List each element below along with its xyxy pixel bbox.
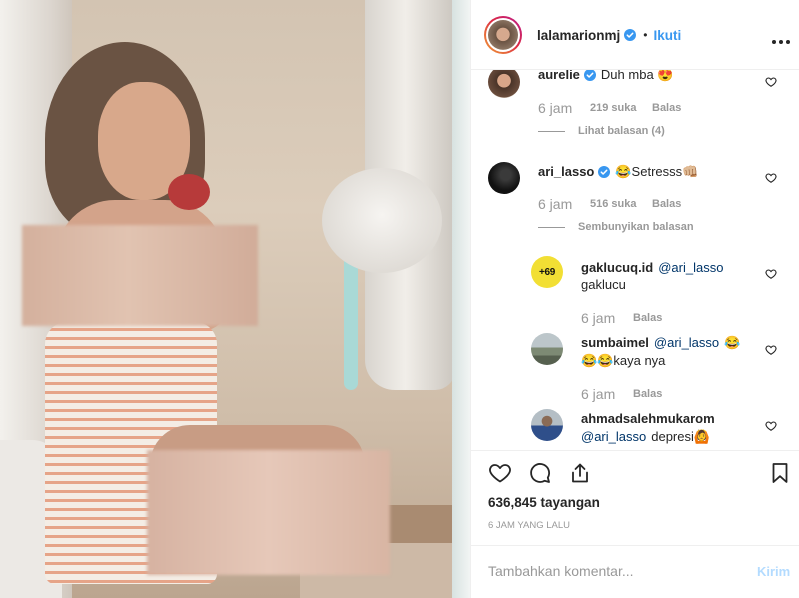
comment-icon[interactable] (528, 461, 552, 485)
view-count[interactable]: 636,845 tayangan (488, 494, 600, 512)
comment-time[interactable]: 6 jam (538, 195, 572, 213)
author-username[interactable]: lalamarionmj (537, 28, 620, 43)
heart-icon[interactable] (488, 461, 512, 485)
reply-text: 😂😂kaya nya (581, 353, 666, 368)
reply-line: 😂😂kaya nya (581, 352, 665, 370)
view-replies-button[interactable]: Lihat balasan (4) (578, 123, 665, 139)
add-comment-input[interactable] (488, 562, 738, 580)
avatar[interactable]: +69 (531, 256, 563, 288)
bookmark-icon[interactable] (768, 461, 792, 485)
post-header: lalamarionmj • Ikuti (537, 26, 681, 44)
reply-button[interactable]: Balas (633, 385, 662, 403)
photo-blur-overlay (22, 225, 258, 326)
comment-text: 😂Setresss👊🏼 (615, 164, 699, 179)
comments-list[interactable]: aurelie Duh mba 😍 6 jam 219 suka Balas L… (471, 70, 799, 450)
post-timestamp[interactable]: 6 JAM YANG LALU (488, 520, 570, 532)
photo-blur-overlay (147, 450, 390, 575)
comment-username[interactable]: ari_lasso (538, 163, 594, 181)
heart-icon[interactable] (765, 343, 777, 355)
avatar[interactable] (531, 409, 563, 441)
comment-likes[interactable]: 516 suka (590, 195, 636, 213)
reply-mention[interactable]: @ari_lasso (654, 334, 719, 352)
replies-toggle-line (538, 227, 565, 228)
verified-badge-icon (624, 29, 637, 41)
reply-text: gaklucu (581, 277, 626, 292)
reply-line: ahmadsalehmukarom (581, 410, 715, 428)
post-comment-button[interactable]: Kirim (757, 561, 790, 581)
reply-time[interactable]: 6 jam (581, 385, 615, 403)
avatar[interactable] (531, 333, 563, 365)
verified-badge-icon (583, 70, 596, 81)
replies-toggle-line (538, 131, 565, 132)
comment-time[interactable]: 6 jam (538, 99, 572, 117)
reply-text: depresi🙆 (651, 429, 711, 444)
comment-line: aurelie Duh mba 😍 (538, 70, 673, 84)
heart-icon[interactable] (765, 419, 777, 431)
reply-username[interactable]: ahmadsalehmukarom (581, 410, 715, 428)
reply-text: 😂 (724, 335, 741, 350)
reply-time[interactable]: 6 jam (581, 309, 615, 327)
more-horizontal-icon[interactable] (771, 32, 791, 44)
post-photo (0, 0, 470, 598)
reply-button[interactable]: Balas (652, 195, 681, 213)
avatar[interactable] (488, 162, 520, 194)
reply-mention[interactable]: @ari_lasso (581, 428, 646, 446)
comment-likes[interactable]: 219 suka (590, 99, 636, 117)
photo-door-frame (452, 0, 470, 598)
comment-line: ari_lasso 😂Setresss👊🏼 (538, 163, 698, 181)
share-icon[interactable] (568, 461, 592, 485)
heart-icon[interactable] (765, 267, 777, 279)
comment-text: Duh mba 😍 (600, 70, 674, 82)
header-separator: • (643, 28, 648, 42)
avatar-logo-text: +69 (538, 266, 556, 278)
follow-button[interactable]: Ikuti (653, 28, 681, 43)
reply-button[interactable]: Balas (633, 309, 662, 327)
reply-line: sumbaimel @ari_lasso 😂 (581, 334, 740, 352)
add-comment-divider (471, 545, 799, 546)
reply-line: gaklucuq.id @ari_lasso (581, 259, 723, 277)
reply-line: gaklucu (581, 276, 626, 294)
hide-replies-button[interactable]: Sembunyikan balasan (578, 219, 694, 235)
avatar[interactable] (488, 70, 520, 98)
comment-username[interactable]: aurelie (538, 70, 580, 84)
author-avatar[interactable] (484, 16, 522, 54)
reply-username[interactable]: gaklucuq.id (581, 259, 653, 277)
comments-divider (471, 450, 799, 451)
photo-fruit (168, 174, 210, 210)
post-details-panel: lalamarionmj • Ikuti aurelie Duh mba 😍 6… (471, 0, 799, 598)
reply-button[interactable]: Balas (652, 99, 681, 117)
verified-badge-icon (598, 166, 611, 178)
photo-curtain-knot (322, 168, 442, 273)
heart-icon[interactable] (765, 75, 777, 87)
heart-icon[interactable] (765, 171, 777, 183)
reply-username[interactable]: sumbaimel (581, 334, 649, 352)
reply-mention[interactable]: @ari_lasso (658, 259, 723, 277)
reply-line: @ari_lasso depresi🙆 (581, 428, 710, 446)
